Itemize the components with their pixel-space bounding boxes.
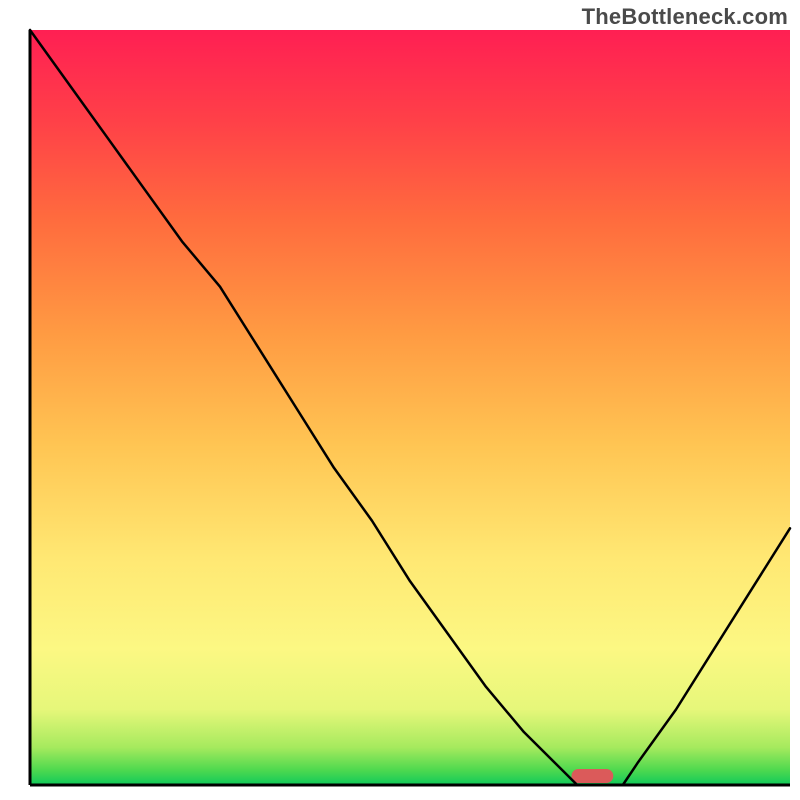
chart-canvas: TheBottleneck.com <box>0 0 800 800</box>
plot-area <box>0 0 800 800</box>
plot-svg <box>0 0 800 800</box>
optimal-range-marker <box>572 769 614 783</box>
gradient-background <box>30 30 790 785</box>
